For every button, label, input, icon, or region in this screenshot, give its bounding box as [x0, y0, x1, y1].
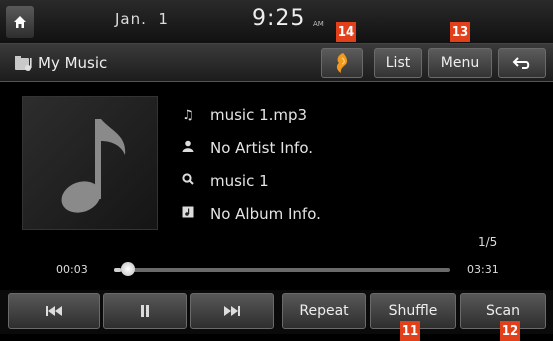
folder-name: music 1: [210, 172, 269, 190]
clock-display[interactable]: 9:25: [252, 6, 305, 31]
media-source-button[interactable]: [321, 48, 363, 78]
home-button[interactable]: [6, 6, 34, 38]
track-count: 1/5: [478, 235, 498, 249]
album-icon: [178, 206, 198, 222]
menu-button[interactable]: Menu: [428, 48, 492, 78]
track-title-row: ♫ music 1.mp3: [178, 104, 307, 126]
progress-handle[interactable]: [120, 262, 135, 276]
music-note-icon: [61, 119, 126, 213]
music-note-icon: ♫: [182, 107, 194, 123]
back-arrow-icon: [512, 57, 530, 69]
next-button[interactable]: [190, 293, 274, 329]
previous-button[interactable]: [8, 293, 100, 329]
callout-badge-11: 11: [400, 321, 420, 341]
date-display: Jan. 1: [115, 10, 169, 28]
music-folder-icon: [14, 54, 34, 72]
person-icon: [178, 140, 198, 156]
repeat-button[interactable]: Repeat: [282, 293, 366, 329]
album-name: No Album Info.: [210, 205, 321, 223]
back-button[interactable]: [498, 48, 546, 78]
home-icon: [14, 16, 26, 28]
media-source-icon: [336, 53, 348, 73]
source-title: My Music: [38, 54, 108, 72]
skip-previous-icon: [46, 306, 62, 316]
skip-next-icon: [224, 306, 240, 316]
album-row: No Album Info.: [178, 203, 321, 225]
list-button[interactable]: List: [374, 48, 422, 78]
pause-icon: [141, 305, 149, 317]
album-art: [22, 96, 158, 230]
total-time: 03:31: [467, 263, 499, 276]
progress-bar[interactable]: [114, 268, 450, 272]
progress-fill: [114, 268, 121, 272]
track-title: music 1.mp3: [210, 106, 308, 124]
pause-button[interactable]: [103, 293, 187, 329]
callout-badge-14: 14: [336, 22, 356, 42]
elapsed-time: 00:03: [56, 263, 88, 276]
folder-search-icon: [178, 173, 198, 189]
clock-ampm: AM: [313, 20, 324, 28]
artist-row: No Artist Info.: [178, 137, 313, 159]
folder-row: music 1: [178, 170, 269, 192]
callout-badge-13: 13: [450, 22, 470, 42]
callout-badge-12: 12: [500, 321, 520, 341]
artist-name: No Artist Info.: [210, 139, 314, 157]
